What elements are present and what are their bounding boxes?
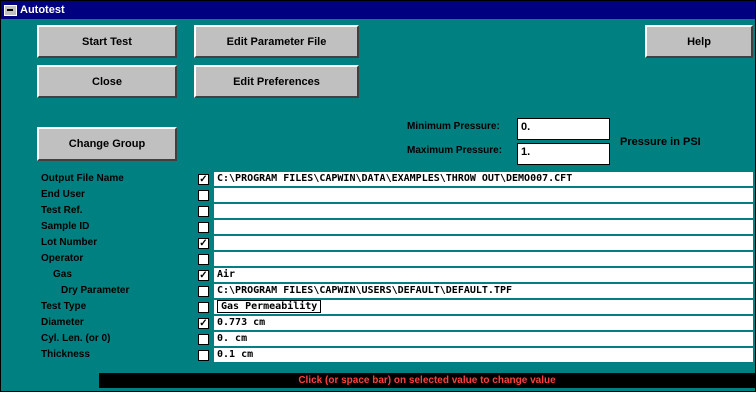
- field-label-test-type: Test Type: [41, 301, 87, 312]
- autotest-window: Autotest Start Test Edit Parameter File …: [0, 0, 756, 392]
- field-checkbox-lot-number[interactable]: ✓: [198, 238, 209, 249]
- field-checkbox-test-type[interactable]: [198, 302, 209, 313]
- field-value-dry-parameter[interactable]: C:\PROGRAM FILES\CAPWIN\USERS\DEFAULT\DE…: [214, 284, 753, 298]
- field-value-sample-id[interactable]: [214, 220, 753, 234]
- field-value-cyl-len[interactable]: 0. cm: [214, 332, 753, 346]
- pressure-unit-note: Pressure in PSI: [620, 136, 701, 148]
- field-label-output-file-name: Output File Name: [41, 173, 124, 184]
- field-checkbox-test-ref[interactable]: [198, 206, 209, 217]
- start-test-button[interactable]: Start Test: [37, 25, 177, 58]
- change-group-button[interactable]: Change Group: [37, 127, 177, 161]
- field-checkbox-operator[interactable]: [198, 254, 209, 265]
- field-label-test-ref: Test Ref.: [41, 205, 83, 216]
- field-checkbox-end-user[interactable]: [198, 190, 209, 201]
- field-checkbox-output-file-name[interactable]: ✓: [198, 174, 209, 185]
- help-button[interactable]: Help: [645, 25, 753, 58]
- maximum-pressure-label: Maximum Pressure:: [407, 145, 503, 156]
- field-label-sample-id: Sample ID: [41, 221, 90, 232]
- field-label-thickness: Thickness: [41, 349, 90, 360]
- field-value-output-file-name[interactable]: C:\PROGRAM FILES\CAPWIN\DATA\EXAMPLES\TH…: [214, 172, 753, 186]
- title-bar: Autotest: [1, 1, 755, 19]
- field-label-operator: Operator: [41, 253, 84, 264]
- field-label-cyl-len: Cyl. Len. (or 0): [41, 333, 111, 344]
- close-button[interactable]: Close: [37, 65, 177, 98]
- status-bar: Click (or space bar) on selected value t…: [99, 373, 755, 388]
- field-checkbox-dry-parameter[interactable]: [198, 286, 209, 297]
- field-value-test-type[interactable]: Gas Permeability: [214, 300, 753, 314]
- edit-preferences-button[interactable]: Edit Preferences: [194, 65, 359, 98]
- field-checkbox-sample-id[interactable]: [198, 222, 209, 233]
- field-label-end-user: End User: [41, 189, 85, 200]
- field-checkbox-cyl-len[interactable]: [198, 334, 209, 345]
- field-value-operator[interactable]: [214, 252, 753, 266]
- minimum-pressure-input[interactable]: 0.: [517, 118, 610, 140]
- field-value-test-ref[interactable]: [214, 204, 753, 218]
- field-value-diameter[interactable]: 0.773 cm: [214, 316, 753, 330]
- maximum-pressure-input[interactable]: 1.: [517, 143, 610, 165]
- field-value-end-user[interactable]: [214, 188, 753, 202]
- field-label-gas: Gas: [53, 269, 72, 280]
- system-menu-icon[interactable]: [4, 5, 17, 16]
- window-title: Autotest: [20, 4, 65, 16]
- field-label-diameter: Diameter: [41, 317, 84, 328]
- field-value-lot-number[interactable]: [214, 236, 753, 250]
- field-checkbox-diameter[interactable]: ✓: [198, 318, 209, 329]
- field-value-thickness[interactable]: 0.1 cm: [214, 348, 753, 362]
- field-label-lot-number: Lot Number: [41, 237, 98, 248]
- field-checkbox-gas[interactable]: ✓: [198, 270, 209, 281]
- test-type-selected-value[interactable]: Gas Permeability: [217, 300, 322, 313]
- field-value-gas[interactable]: Air: [214, 268, 753, 282]
- field-label-dry-parameter: Dry Parameter: [61, 285, 130, 296]
- field-checkbox-thickness[interactable]: [198, 350, 209, 361]
- minimum-pressure-label: Minimum Pressure:: [407, 121, 500, 132]
- edit-parameter-file-button[interactable]: Edit Parameter File: [194, 25, 359, 58]
